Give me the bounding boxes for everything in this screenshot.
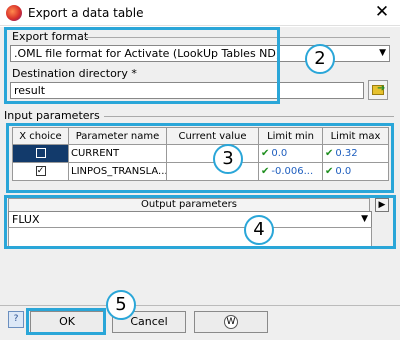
close-icon[interactable]: ✕ <box>372 2 392 22</box>
window-title: Export a data table <box>28 6 144 20</box>
arrow-icon: ➜ <box>377 83 386 94</box>
app-icon <box>6 5 22 21</box>
callout-number: 4 <box>244 215 274 245</box>
help-icon[interactable]: ? <box>8 311 24 328</box>
about-icon: W <box>224 315 238 329</box>
callout-number: 5 <box>106 290 136 320</box>
divider <box>0 305 400 306</box>
about-button[interactable]: W <box>194 311 268 333</box>
chevron-down-icon: ▼ <box>379 48 386 58</box>
callout-frame-ok <box>26 308 106 335</box>
input-parameters-title: Input parameters <box>4 109 100 122</box>
group-divider <box>104 116 394 117</box>
callout-number: 3 <box>213 144 243 174</box>
title-bar: Export a data table ✕ <box>0 0 400 26</box>
callout-frame-input-parameters <box>6 123 394 193</box>
dialog-body: Export format .OML file format for Activ… <box>0 27 400 340</box>
callout-frame-output-parameters <box>4 195 396 249</box>
browse-folder-button[interactable]: ➜ <box>368 80 388 100</box>
callout-number: 2 <box>305 44 335 74</box>
callout-frame-export-format <box>4 27 280 104</box>
